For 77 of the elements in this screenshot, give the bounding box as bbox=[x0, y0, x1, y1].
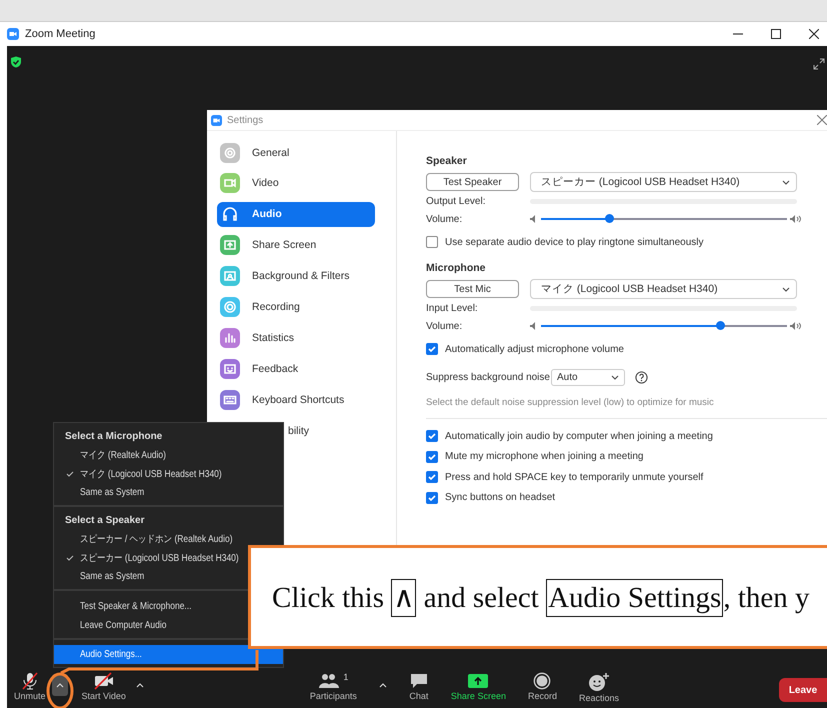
menu-item[interactable]: スピーカー (Logicool USB Headset H340) bbox=[54, 548, 283, 567]
device-dropdown[interactable]: スピーカー (Logicool USB Headset H340) bbox=[530, 172, 797, 192]
checkbox[interactable] bbox=[426, 492, 438, 504]
menu-item[interactable]: マイク (Realtek Audio) bbox=[54, 445, 283, 464]
speaker-quiet-icon bbox=[530, 322, 538, 330]
sidebar-item[interactable]: Feedback bbox=[217, 356, 375, 382]
menu-heading: Select a Microphone bbox=[64, 430, 164, 444]
checkbox-label: Press and hold SPACE key to temporarily unmute yourself bbox=[445, 472, 704, 482]
checkbox[interactable] bbox=[426, 450, 438, 462]
speaker-loud-icon bbox=[790, 215, 802, 223]
record-button[interactable]: Record bbox=[524, 670, 561, 701]
checkbox-label: Automatically join audio by computer when joining a meeting bbox=[445, 430, 713, 442]
sidebar-item[interactable]: Video bbox=[217, 170, 375, 196]
smile-button[interactable]: Reactions bbox=[574, 670, 624, 703]
test-button[interactable]: Test Speaker bbox=[426, 173, 519, 191]
caret-up-icon bbox=[378, 682, 387, 688]
sidebar-item[interactable]: Keyboard Shortcuts bbox=[217, 387, 375, 412]
start-video-button[interactable]: Start Video bbox=[78, 670, 130, 701]
section-heading: Speaker bbox=[426, 155, 468, 167]
menu-item[interactable]: スピーカー / ヘッドホン (Realtek Audio) bbox=[54, 529, 283, 548]
expand-icon[interactable] bbox=[813, 58, 825, 70]
sidebar-item[interactable]: Recording bbox=[217, 294, 375, 320]
callout-text: Click this ∧ and select Audio Settings, then y bbox=[272, 580, 810, 614]
sidebar-item[interactable]: Background & Filters bbox=[217, 264, 375, 289]
level-label: Output Level: bbox=[426, 196, 486, 206]
checkbox[interactable] bbox=[426, 343, 438, 355]
level-label: Input Level: bbox=[426, 302, 479, 314]
share-button[interactable]: Share Screen bbox=[446, 670, 510, 701]
speaker-quiet-icon bbox=[530, 215, 538, 223]
section-heading: Microphone bbox=[426, 262, 486, 274]
sidebar-item[interactable]: Statistics bbox=[217, 325, 375, 350]
share-screen-icon bbox=[467, 672, 490, 690]
record-icon bbox=[533, 672, 552, 690]
menu-item[interactable]: Audio Settings... bbox=[54, 645, 283, 664]
speaker-loud-icon bbox=[790, 322, 802, 330]
video-off-icon bbox=[92, 672, 115, 690]
menu-item[interactable]: Same as System bbox=[54, 483, 283, 502]
window-title: Settings bbox=[227, 114, 264, 126]
noise-select[interactable]: Auto bbox=[550, 369, 625, 386]
sidebar-item[interactable]: bility bbox=[217, 418, 375, 444]
menu-heading: Select a Speaker bbox=[64, 514, 146, 528]
checkbox-label: Mute my microphone when joining a meeting bbox=[445, 451, 644, 462]
caret-up-icon bbox=[56, 682, 64, 688]
caret-up-icon bbox=[136, 682, 144, 688]
checkbox[interactable] bbox=[426, 471, 438, 483]
chat-button[interactable]: Chat bbox=[404, 670, 433, 701]
checkbox[interactable] bbox=[426, 236, 438, 248]
maximize-icon[interactable] bbox=[771, 29, 781, 39]
chevron-down-icon bbox=[782, 286, 790, 292]
camera-icon bbox=[211, 114, 222, 126]
chevron-down-icon bbox=[782, 180, 790, 184]
window-title: Zoom Meeting bbox=[25, 28, 96, 40]
close-icon[interactable] bbox=[809, 29, 819, 39]
hint-text: Select the default noise suppression level (low) to optimize for music bbox=[426, 397, 715, 408]
smiley-plus-icon bbox=[588, 672, 610, 692]
sidebar-item[interactable]: Share Screen bbox=[217, 232, 375, 258]
people-button[interactable]: 1 Participants bbox=[306, 670, 361, 701]
checkbox[interactable] bbox=[426, 430, 438, 442]
volume-label: Volume: bbox=[426, 214, 464, 224]
chevron-down-icon bbox=[610, 375, 619, 380]
sidebar-item[interactable]: Audio bbox=[217, 202, 375, 227]
volume-label: Volume: bbox=[426, 320, 464, 332]
suppress-label: Suppress background noise bbox=[426, 372, 550, 383]
shield-icon bbox=[10, 56, 22, 68]
menu-item[interactable]: マイク (Logicool USB Headset H340) bbox=[54, 464, 283, 483]
device-dropdown[interactable]: マイク (Logicool USB Headset H340) bbox=[530, 279, 797, 299]
checkbox-label: Automatically adjust microphone volume bbox=[445, 344, 624, 354]
test-button[interactable]: Test Mic bbox=[426, 280, 519, 298]
muted-mic-icon bbox=[20, 672, 40, 690]
checkbox-label: Use separate audio device to play ringtone simultaneously bbox=[445, 236, 704, 248]
unmute-button[interactable]: Unmute bbox=[10, 670, 50, 701]
leave-button[interactable]: Leave bbox=[779, 678, 827, 702]
checkbox-label: Sync buttons on headset bbox=[445, 492, 556, 503]
help-icon[interactable] bbox=[634, 371, 648, 384]
camera-icon bbox=[7, 28, 19, 40]
chat-bubble-icon bbox=[408, 672, 429, 690]
sidebar-item[interactable]: General bbox=[217, 140, 375, 165]
